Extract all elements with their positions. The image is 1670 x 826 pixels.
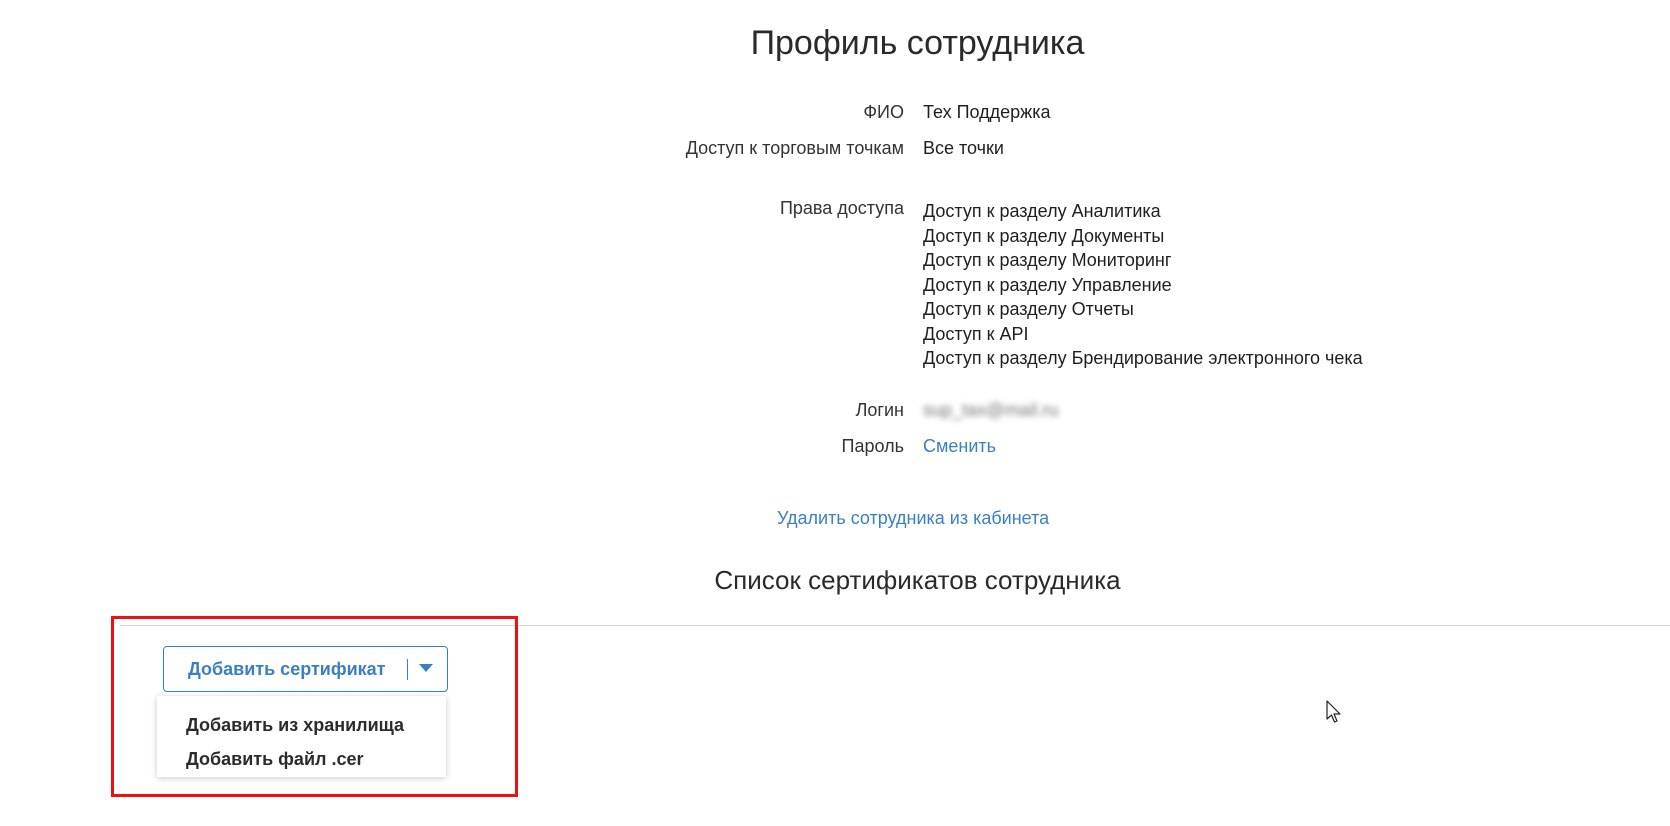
rights-item: Доступ к разделу Управление <box>923 274 1172 295</box>
field-label-login: Логин <box>855 400 904 420</box>
mouse-cursor-icon <box>1326 700 1341 723</box>
field-rights: Права доступа <box>0 196 1670 220</box>
employee-profile-page: Профиль сотрудника ФИО Тех Поддержка Дос… <box>0 0 1670 826</box>
rights-list: Доступ к разделу Аналитика Доступ к разд… <box>923 199 1363 371</box>
page-title: Профиль сотрудника <box>750 24 1085 62</box>
rights-item: Доступ к API <box>923 323 1029 344</box>
rights-item: Доступ к разделу Брендирование электронн… <box>923 348 1363 368</box>
rights-item: Доступ к разделу Аналитика <box>923 201 1161 221</box>
rights-item: Доступ к разделу Мониторинг <box>923 250 1172 270</box>
button-separator <box>407 659 408 680</box>
delete-employee-link[interactable]: Удалить сотрудника из кабинета <box>777 506 1049 530</box>
field-value-login: sup_tax@mail.ru <box>923 400 1059 420</box>
field-label-access-points: Доступ к торговым точкам <box>685 138 904 158</box>
field-password: Пароль Сменить <box>0 434 1670 458</box>
rights-item: Доступ к разделу Отчеты <box>923 299 1134 319</box>
field-value-fio: Тех Поддержка <box>923 102 1051 122</box>
certificates-section-title: Список сертификатов сотрудника <box>714 565 1121 595</box>
change-password-link[interactable]: Сменить <box>923 434 996 458</box>
dropdown-item-add-from-storage[interactable]: Добавить из хранилища <box>157 708 446 742</box>
dropdown-item-add-cer-file[interactable]: Добавить файл .cer <box>157 742 446 776</box>
rights-item: Доступ к разделу Документы <box>923 225 1165 246</box>
field-access-points: Доступ к торговым точкам Все точки <box>0 136 1670 160</box>
field-value-access-points: Все точки <box>923 138 1004 158</box>
field-label-fio: ФИО <box>863 102 904 122</box>
add-certificate-button-label: Добавить сертификат <box>188 658 386 679</box>
add-certificate-dropdown: Добавить из хранилища Добавить файл .cer <box>157 696 446 777</box>
field-fio: ФИО Тех Поддержка <box>0 100 1670 124</box>
field-label-password: Пароль <box>841 436 904 456</box>
field-login: Логин sup_tax@mail.ru <box>0 398 1670 422</box>
chevron-down-icon[interactable] <box>419 664 433 672</box>
field-label-rights: Права доступа <box>779 198 904 218</box>
add-certificate-button[interactable]: Добавить сертификат <box>163 646 448 692</box>
